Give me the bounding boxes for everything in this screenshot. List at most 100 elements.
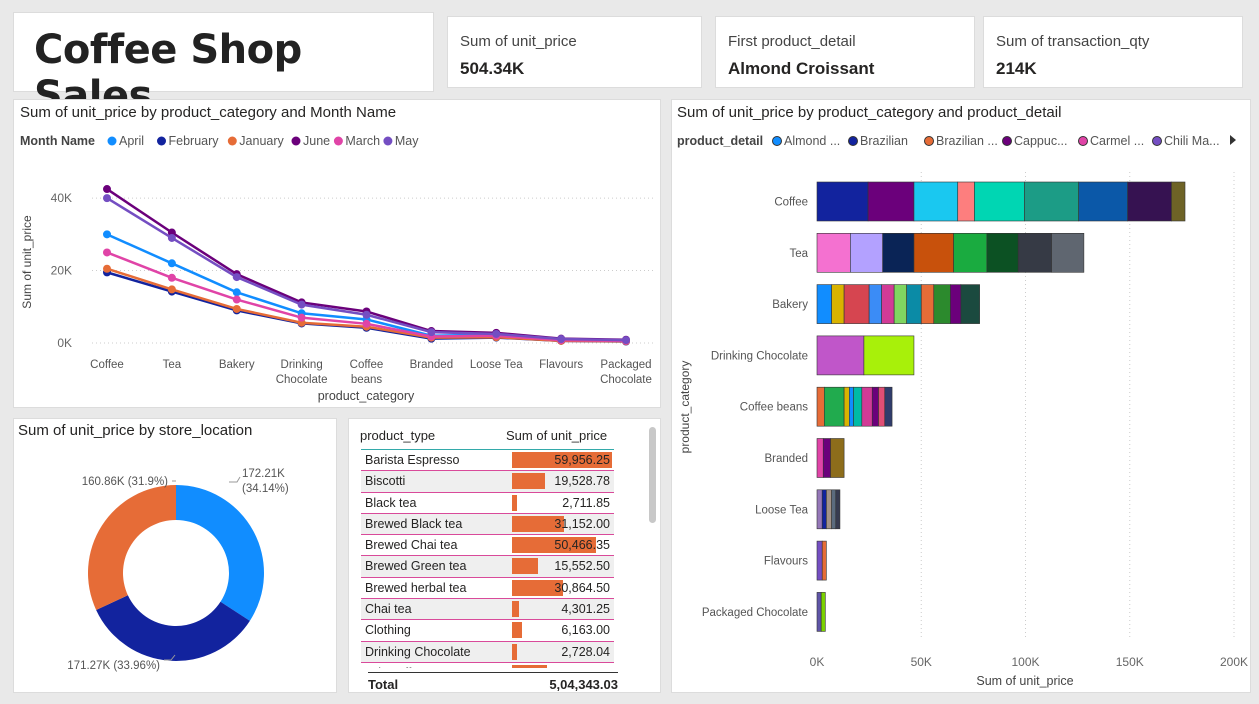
data-point xyxy=(167,273,176,282)
legend-marker xyxy=(848,136,858,146)
data-bar xyxy=(512,643,517,660)
data-point xyxy=(297,300,306,309)
bar-segment xyxy=(1127,181,1172,222)
table-row[interactable]: Chai tea 4,301.25 xyxy=(361,599,614,621)
bar-segment xyxy=(913,181,959,222)
stacked-bar-chart-card[interactable]: Sum of unit_price by product_category an… xyxy=(672,100,1250,692)
product-type-cell: Barista Espresso xyxy=(365,453,460,467)
table-card[interactable]: product_type Sum of unit_price Barista E… xyxy=(349,419,660,692)
x-axis-label: Sum of unit_price xyxy=(976,674,1073,688)
data-label: 160.86K (31.9%) xyxy=(82,476,168,488)
legend-label: Brazilian ... xyxy=(936,134,998,148)
product-type-cell: Drip coffee xyxy=(365,666,425,668)
table-scrollbar[interactable] xyxy=(649,427,656,523)
category-label: Bakery xyxy=(772,299,808,311)
table-header-sum-unit-price[interactable]: Sum of unit_price xyxy=(506,428,607,443)
product-type-cell: Drinking Chocolate xyxy=(365,644,471,659)
legend-label-april: April xyxy=(119,134,144,148)
table-row[interactable]: Barista Espresso 59,956.25 xyxy=(361,450,614,472)
table-row[interactable]: Brewed Black tea 31,152.00 xyxy=(361,513,614,536)
bar-segment xyxy=(861,386,873,427)
table-row[interactable]: Drinking Chocolate 2,728.04 xyxy=(361,641,614,663)
y-axis-label: product_category xyxy=(678,361,692,454)
x-tick-label: Tea xyxy=(163,359,182,371)
kpi-value: 504.34K xyxy=(460,59,525,78)
product-type-cell: Biscotti xyxy=(365,474,406,489)
x-tick-label: Branded xyxy=(410,359,453,371)
bar-segment xyxy=(830,438,845,478)
total-value: 5,04,343.03 xyxy=(549,677,618,692)
bar-segment xyxy=(893,284,907,324)
x-tick-label: 150K xyxy=(1116,655,1144,669)
legend-title: Month Name xyxy=(20,134,95,148)
unit-price-cell: 19,528.78 xyxy=(554,474,610,489)
table-row[interactable]: Brewed Green tea 15,552.50 xyxy=(361,556,614,578)
unit-price-cell: 2,728.04 xyxy=(561,644,610,659)
data-bar xyxy=(512,622,523,639)
legend-label: Brazilian xyxy=(860,134,908,148)
bar-segment xyxy=(882,233,915,273)
data-point xyxy=(103,185,111,194)
unit-price-cell: 21,065.00 xyxy=(554,666,610,668)
bar-segment xyxy=(843,386,850,427)
donut-chart-card[interactable]: Sum of unit_price by store_location 172.… xyxy=(14,419,336,692)
donut-chart[interactable]: 172.21K (34.14%) 171.27K (33.96%) 160.86K (… xyxy=(14,419,336,692)
line-chart-card[interactable]: Sum of unit_price by product_category an… xyxy=(14,100,660,407)
category-label: Flavours xyxy=(764,556,808,568)
category-label: Branded xyxy=(765,453,808,465)
bar-segment xyxy=(821,489,827,530)
x-tick-label: 0K xyxy=(810,655,825,669)
bar-segment xyxy=(1017,233,1052,273)
table-header-product-type[interactable]: product_type xyxy=(360,428,435,443)
data-label-value: 172.21K xyxy=(242,468,285,480)
bar-segment xyxy=(867,181,915,222)
table-row[interactable]: Brewed herbal tea 30,864.50 xyxy=(361,578,614,600)
bar-segment xyxy=(816,181,869,222)
bar-segment xyxy=(986,233,1019,273)
table-row[interactable]: Biscotti 19,528.78 xyxy=(361,471,614,493)
table-row[interactable]: Clothing 6,163.00 xyxy=(361,620,614,642)
data-point xyxy=(492,329,501,338)
table-row[interactable]: Brewed Chai tea 50,466.35 xyxy=(361,535,614,557)
bar-segment xyxy=(933,284,951,324)
bar-segment xyxy=(850,233,883,273)
unit-price-cell: 6,163.00 xyxy=(561,623,610,638)
line-chart[interactable]: Month Name April February January June March M… xyxy=(14,100,660,407)
bar-segment xyxy=(816,489,823,530)
y-axis-label: Sum of unit_price xyxy=(20,215,34,309)
data-point xyxy=(427,328,436,337)
kpi-card-transaction-qty[interactable]: Sum of transaction_qty 214K xyxy=(984,17,1242,87)
bar-segment xyxy=(920,284,935,324)
bar-segment xyxy=(835,489,841,530)
legend-label-june: June xyxy=(303,134,330,148)
x-tick-label: Coffee beans xyxy=(350,359,384,386)
bar-segment xyxy=(906,284,922,324)
table-row[interactable]: Drip coffee 21,065.00 xyxy=(361,663,614,668)
legend-marker xyxy=(924,136,934,146)
kpi-label: Sum of transaction_qty xyxy=(996,33,1150,50)
legend-marker-march xyxy=(333,136,343,146)
legend-label-february: February xyxy=(169,134,220,148)
stacked-bar-chart[interactable]: product_detail Almond ... Brazilian Brazili… xyxy=(672,100,1250,692)
bar-segment xyxy=(871,386,879,427)
x-tick-label: Coffee xyxy=(90,359,124,371)
legend-label: Carmel ... xyxy=(1090,134,1144,148)
x-tick-label: Bakery xyxy=(219,359,255,371)
unit-price-cell: 2,711.85 xyxy=(562,495,610,510)
kpi-card-unit-price[interactable]: Sum of unit_price 504.34K xyxy=(448,17,701,87)
product-type-cell: Chai tea xyxy=(365,602,412,617)
data-point xyxy=(232,295,241,304)
bar-segment xyxy=(960,284,980,324)
bar-segment xyxy=(831,489,837,530)
data-point xyxy=(232,273,241,282)
data-bar xyxy=(512,473,545,490)
bar-segment xyxy=(1051,233,1085,273)
legend-marker-april xyxy=(107,136,117,146)
x-axis-label: product_category xyxy=(318,389,415,403)
legend-label-may: May xyxy=(395,134,419,148)
data-point xyxy=(167,233,176,242)
data-label: 171.27K (33.96%) xyxy=(67,660,160,672)
bar-segment xyxy=(953,233,988,273)
kpi-card-product-detail[interactable]: First product_detail Almond Croissant xyxy=(716,17,974,87)
table-row[interactable]: Black tea 2,711.85 xyxy=(361,493,614,514)
